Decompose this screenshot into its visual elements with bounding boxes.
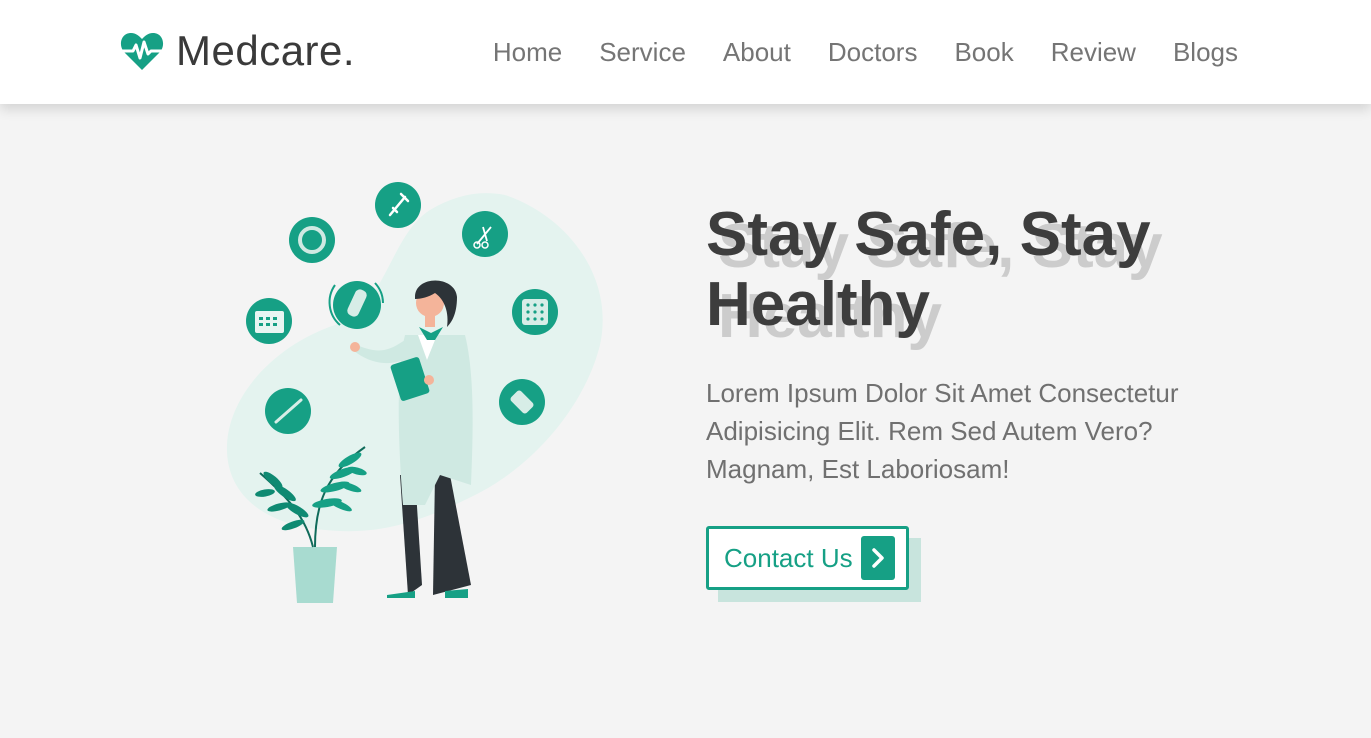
brand-name: Medcare. [176, 27, 356, 74]
chevron-right-icon [860, 536, 895, 580]
logo[interactable]: Medcare. [120, 27, 355, 75]
nav-blogs[interactable]: Blogs [1173, 36, 1238, 68]
nav-doctors[interactable]: Doctors [828, 36, 918, 68]
nav-about[interactable]: About [723, 36, 791, 68]
hero-title-text: Stay Safe, Stay Healthy [706, 200, 1151, 339]
site-header: Medcare. Home Service About Doctors Book… [0, 0, 1371, 104]
hero-title: Stay Safe, Stay Healthy Stay Safe, Stay … [706, 200, 1266, 351]
main-nav: Home Service About Doctors Book Review B… [493, 0, 1238, 104]
contact-us-button[interactable]: Contact Us [706, 526, 909, 590]
contact-button-wrapper: Contact Us [706, 526, 921, 602]
heartbeat-icon [120, 33, 164, 70]
nav-service[interactable]: Service [599, 36, 686, 68]
doctor-illustration [226, 182, 603, 603]
hero-description: Lorem Ipsum Dolor Sit Amet Consectetur A… [706, 378, 1179, 484]
contact-us-label: Contact Us [724, 542, 853, 573]
nav-home[interactable]: Home [493, 36, 562, 68]
hero-content: Stay Safe, Stay Healthy Stay Safe, Stay … [706, 200, 1266, 602]
nav-book[interactable]: Book [954, 36, 1013, 68]
nav-review[interactable]: Review [1051, 36, 1136, 68]
